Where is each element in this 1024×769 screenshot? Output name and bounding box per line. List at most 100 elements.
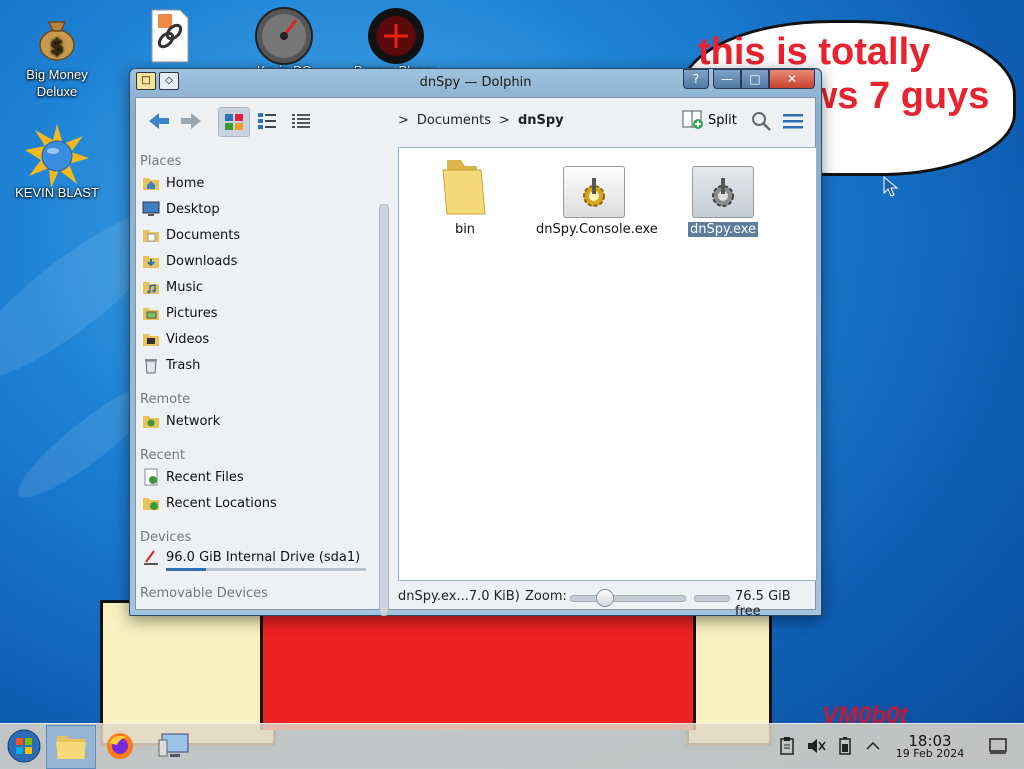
chevron-up-icon[interactable]: [864, 736, 882, 756]
forward-button[interactable]: [176, 107, 206, 135]
split-view-icon: [682, 110, 703, 129]
back-button[interactable]: [144, 107, 174, 135]
compact-view-icon: [258, 113, 276, 129]
breadcrumb-separator: >: [499, 113, 510, 128]
desktop-icon-label: Big Money Deluxe: [26, 67, 88, 99]
volume-muted-icon[interactable]: [806, 736, 826, 756]
places-item-label: Desktop: [166, 201, 220, 217]
window-body: > Documents > dnSpy Split Places Home De…: [135, 97, 817, 619]
trash-icon: [145, 359, 157, 374]
file-item-dnspy-console-exe[interactable]: dnSpy.Console.exe: [534, 156, 658, 237]
places-panel: Places Home Desktop Documents Downloads …: [136, 144, 376, 609]
search-button[interactable]: [750, 110, 772, 136]
places-item-network[interactable]: Network: [142, 412, 220, 430]
window-titlebar[interactable]: □ ◇ dnSpy — Dolphin ? — □ ✕: [130, 69, 821, 97]
places-item-recent-files[interactable]: Recent Files: [142, 468, 244, 486]
places-item-label: Videos: [166, 331, 210, 347]
places-section-title: Remote: [140, 392, 191, 407]
maximize-button[interactable]: □: [741, 69, 769, 89]
icons-view-icon: [225, 114, 243, 130]
pictures-folder-icon: [143, 308, 159, 320]
red-disc-icon: [368, 8, 424, 64]
places-item-label: Documents: [166, 227, 241, 243]
free-space-bar: [694, 595, 730, 602]
places-item-label: Recent Locations: [166, 495, 277, 511]
breadcrumb-documents[interactable]: Documents: [417, 113, 491, 128]
places-section-title: Places: [140, 154, 182, 169]
places-item-internal-drive[interactable]: 96.0 GiB Internal Drive (sda1): [142, 548, 360, 566]
zoom-slider-handle[interactable]: [596, 589, 615, 607]
executable-gear-icon: [692, 166, 754, 218]
monitor-settings-icon: [158, 733, 189, 757]
taskbar-system-settings[interactable]: [150, 725, 198, 767]
drive-icon: [144, 550, 158, 565]
places-item-music[interactable]: Music: [142, 278, 203, 296]
downloads-folder-icon: [143, 256, 159, 268]
taskbar: [0, 723, 1024, 769]
forward-arrow-icon: [181, 113, 201, 129]
file-name: bin: [454, 222, 476, 237]
places-item-label: Recent Files: [166, 469, 244, 485]
places-item-desktop[interactable]: Desktop: [142, 200, 220, 218]
toolbar: > Documents > dnSpy Split: [136, 98, 815, 144]
start-button[interactable]: [0, 725, 48, 767]
file-view[interactable]: bin dnSpy.Console.exe dnSpy.exe: [398, 147, 817, 581]
places-item-videos[interactable]: Videos: [142, 330, 209, 348]
places-section-title: Devices: [140, 530, 192, 545]
status-text: dnSpy.ex...7.0 KiB): [398, 589, 520, 604]
icons-view-button[interactable]: [218, 107, 250, 137]
desktop-icon: [142, 201, 160, 216]
places-item-label: Home: [166, 175, 205, 191]
dolphin-window[interactable]: □ ◇ dnSpy — Dolphin ? — □ ✕ > Documents …: [129, 68, 822, 619]
places-item-label: 96.0 GiB Internal Drive (sda1): [166, 549, 361, 565]
desktop-icon-kevin-blast[interactable]: KEVIN BLAST: [9, 124, 105, 201]
file-item-bin[interactable]: bin: [405, 156, 525, 237]
chain-link-icon: [144, 8, 192, 63]
file-name: dnSpy.Console.exe: [536, 222, 658, 237]
battery-icon[interactable]: [838, 736, 852, 756]
free-space-text: 76.5 GiB free: [735, 589, 791, 619]
places-item-trash[interactable]: Trash: [142, 356, 200, 374]
details-view-icon: [292, 114, 310, 128]
compact-view-button[interactable]: [252, 107, 282, 135]
drive-usage-fill: [166, 568, 206, 571]
wallpaper-red-block: [260, 600, 696, 730]
search-icon: [752, 112, 771, 131]
status-bar: dnSpy.ex...7.0 KiB) Zoom: 76.5 GiB free: [136, 584, 815, 619]
split-label: Split: [708, 112, 737, 128]
places-item-downloads[interactable]: Downloads: [142, 252, 237, 270]
details-view-button[interactable]: [286, 107, 316, 135]
taskbar-file-manager[interactable]: [46, 725, 96, 769]
recent-files-icon: [144, 468, 158, 486]
speedometer-icon: [255, 7, 313, 65]
places-scrollbar[interactable]: [379, 204, 389, 616]
drive-usage-bar: [166, 568, 366, 571]
file-name: dnSpy.exe: [687, 222, 759, 237]
executable-gear-icon: [563, 166, 625, 218]
desktop-icon-big-money-deluxe[interactable]: $ Big Money Deluxe: [9, 14, 105, 100]
places-item-documents[interactable]: Documents: [142, 226, 240, 244]
hamburger-menu-button[interactable]: [782, 111, 804, 135]
places-item-home[interactable]: Home: [142, 174, 204, 192]
back-arrow-icon: [149, 113, 169, 129]
zoom-label: Zoom:: [525, 589, 567, 604]
breadcrumb-current[interactable]: dnSpy: [518, 113, 564, 128]
desktop-icon-kevin-pc-shortcut[interactable]: [120, 8, 216, 63]
network-folder-icon: [143, 416, 159, 428]
places-item-label: Music: [166, 279, 203, 295]
close-button[interactable]: ✕: [769, 69, 815, 89]
clipboard-icon[interactable]: [778, 736, 796, 756]
windows-orb-icon: [7, 729, 41, 763]
split-button[interactable]: Split: [682, 110, 737, 130]
hamburger-menu-icon: [783, 114, 803, 129]
minimize-button[interactable]: —: [713, 69, 741, 89]
help-button[interactable]: ?: [683, 69, 709, 89]
taskbar-firefox[interactable]: [96, 725, 144, 767]
show-desktop-icon[interactable]: [988, 736, 1008, 756]
file-item-dnspy-exe[interactable]: dnSpy.exe: [663, 156, 783, 237]
zoom-slider[interactable]: [570, 589, 686, 607]
places-item-recent-locations[interactable]: Recent Locations: [142, 494, 277, 512]
clock-date[interactable]: 19 Feb 2024: [888, 747, 972, 760]
folder-icon: [442, 160, 486, 215]
places-item-pictures[interactable]: Pictures: [142, 304, 217, 322]
